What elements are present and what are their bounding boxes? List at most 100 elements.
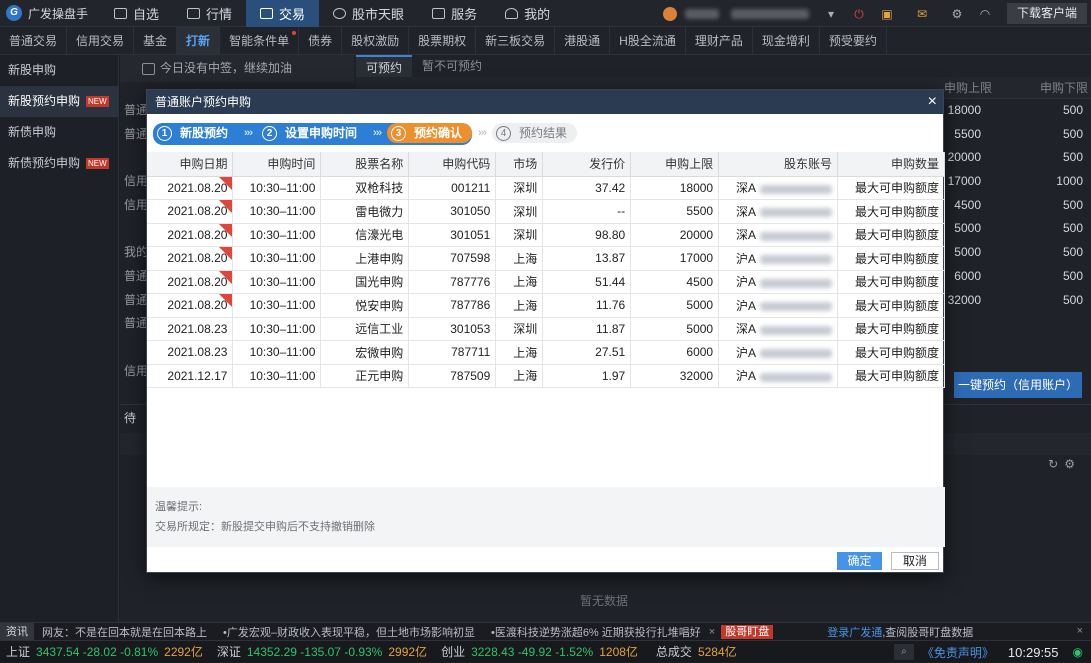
top-right-tools: ▾ ⏻ ▣ ✉ ⚙ ◠ 下载客户端 — [662, 0, 1091, 27]
disclaimer-link[interactable]: 《免责声明》 — [922, 644, 994, 661]
cell-time: 10:30–11:00 — [232, 317, 322, 341]
news-label[interactable]: 资讯 — [0, 622, 34, 641]
cell-price: 51.44 — [542, 270, 632, 294]
subnav-fund[interactable]: 基金 — [134, 27, 178, 54]
table-row[interactable]: 2021.08.20 10:30–11:00 雷电微力 301050 深圳 -- 5500 深… — [147, 199, 945, 224]
sidebar-item-ipo-subscribe[interactable]: 新股申购 — [0, 55, 118, 86]
cell-time: 10:30–11:00 — [232, 199, 322, 224]
subnav-credit-trade[interactable]: 信用交易 — [67, 27, 135, 54]
sidebar-item-bond-reserve[interactable]: 新债预约申购 NEW — [0, 148, 118, 179]
cell-acct: 沪A — [718, 246, 839, 271]
cell-text: 17000 — [679, 251, 714, 266]
table-row[interactable]: 2021.08.23 10:30–11:00 远信工业 301053 深圳 11.87 50… — [147, 317, 945, 341]
stock-watch-tag[interactable]: 股哥盯盘 — [721, 624, 774, 639]
nav-tianyan[interactable]: 股市天眼 — [319, 0, 418, 27]
table-row[interactable]: 2021.12.17 10:30–11:00 正元申购 787509 上海 1.97 320… — [147, 364, 945, 388]
refresh-icon[interactable]: ↻ — [1048, 457, 1064, 471]
login-link[interactable]: 登录广发通 — [827, 624, 882, 640]
subnav-bond[interactable]: 债券 — [299, 27, 343, 54]
step-3: 3 预约确认 — [387, 123, 473, 143]
bottom-tab[interactable]: 待 — [124, 409, 136, 426]
subnav-ipo[interactable]: 打新 — [177, 27, 221, 54]
download-client-button[interactable]: 下载客户端 — [1006, 3, 1087, 24]
subnav-tender-offer[interactable]: 预受要约 — [820, 27, 887, 54]
cancel-button[interactable]: 取消 — [891, 552, 939, 570]
nav-market[interactable]: 行情 — [173, 0, 246, 27]
account-number-blurred — [760, 325, 833, 335]
background-row-limit: 6000 — [954, 268, 981, 283]
confirm-button[interactable]: 确定 — [837, 552, 882, 570]
news-item[interactable]: •广发宏观–财政收入表现平稳，但土地市场影响初显 — [223, 624, 475, 640]
gear-icon[interactable]: ⚙ — [950, 7, 964, 21]
table-row[interactable]: 2021.08.23 10:30–11:00 宏微申购 787711 上海 27.51 60… — [147, 340, 945, 365]
cell-time: 10:30–11:00 — [232, 293, 322, 318]
cell-text: 最大可申购额度 — [854, 228, 939, 243]
news-item[interactable]: 网友：不是在回本就是在回本路上 — [42, 624, 207, 640]
headset-icon[interactable]: ◠ — [978, 7, 992, 21]
cell-market: 上海 — [495, 293, 544, 318]
cell-text: 信濠光电 — [355, 228, 404, 243]
cell-text: 上海 — [513, 369, 538, 384]
cell-text: 10:30–11:00 — [249, 298, 316, 313]
avatar[interactable] — [662, 6, 677, 21]
tips-panel: 温馨提示: 交易所规定：新股提交申购后不支持撤销删除 — [147, 487, 945, 547]
cell-text: 上海 — [513, 251, 538, 266]
cell-limit: 5000 — [630, 317, 720, 341]
briefcase-icon — [432, 7, 446, 19]
mail-icon[interactable]: ✉ — [915, 7, 929, 21]
tab-reservable[interactable]: 可预约 — [356, 55, 413, 77]
close-icon[interactable]: × — [1077, 625, 1083, 637]
subnav-h-share[interactable]: H股全流通 — [610, 27, 686, 54]
account-number-blurred — [760, 278, 833, 288]
lock-icon[interactable]: ▣ — [880, 7, 894, 21]
gear-icon[interactable]: ⚙ — [1064, 457, 1081, 471]
cell-text: 787786 — [450, 298, 491, 313]
cell-text: 98.80 — [595, 227, 626, 242]
background-row-min: 500 — [1062, 197, 1083, 212]
power-icon[interactable]: ⏻ — [852, 7, 866, 21]
subnav-stock-options[interactable]: 股票期权 — [409, 27, 477, 54]
cell-text: -- — [617, 204, 626, 219]
cell-name: 正元申购 — [320, 364, 410, 388]
cell-code: 787509 — [408, 364, 497, 388]
cell-code: 707598 — [408, 246, 497, 271]
sidebar-item-bond-subscribe[interactable]: 新债申购 — [0, 117, 118, 148]
table-row[interactable]: 2021.08.20 10:30–11:00 信濠光电 301051 深圳 98.80 20… — [147, 223, 945, 247]
subnav-neeq[interactable]: 新三板交易 — [476, 27, 556, 54]
chevron-down-icon[interactable]: ▾ — [824, 7, 838, 21]
account-prefix: 沪A — [736, 369, 757, 384]
eye-icon — [333, 7, 347, 19]
tips-text: 交易所规定：新股提交申购后不支持撤销删除 — [155, 521, 375, 533]
nav-trade[interactable]: 交易 — [246, 0, 320, 27]
subnav-smart-order[interactable]: 智能条件单 — [220, 27, 300, 54]
nav-service[interactable]: 服务 — [418, 0, 491, 27]
close-icon[interactable]: × — [709, 626, 715, 638]
nav-mine[interactable]: 我的 — [491, 0, 564, 27]
table-row[interactable]: 2021.08.20 10:30–11:00 悦安申购 787786 上海 11.76 50… — [147, 293, 945, 318]
table-row[interactable]: 2021.08.20 10:30–11:00 国光申购 787776 上海 51.44 45… — [147, 270, 945, 294]
subnav-cash-plus[interactable]: 现金增利 — [753, 27, 820, 54]
tab-not-reservable[interactable]: 暂不可预约 — [412, 55, 492, 77]
subnav-normal-trade[interactable]: 普通交易 — [0, 27, 68, 54]
news-item[interactable]: •医渡科技逆势涨超6% 近期获投行扎堆唱好 — [491, 624, 701, 640]
subnav-wealth[interactable]: 理财产品 — [686, 27, 753, 54]
table-row[interactable]: 2021.08.20 10:30–11:00 上港申购 707598 上海 13.87 17… — [147, 246, 945, 271]
col-account: 股东账号 — [718, 152, 839, 177]
cell-time: 10:30–11:00 — [232, 340, 322, 365]
table-row[interactable]: 2021.08.20 10:30–11:00 双枪科技 001211 深圳 37.42 18… — [147, 176, 945, 200]
cell-qty: 最大可申购额度 — [837, 364, 945, 388]
search-icon[interactable]: ⌕ — [893, 644, 914, 660]
credit-reserve-button[interactable]: 一键预约（信用账户） — [954, 372, 1082, 398]
subnav-equity-incentive[interactable]: 股权激励 — [342, 27, 410, 54]
subnav-hk-connect[interactable]: 港股通 — [555, 27, 611, 54]
sidebar-item-ipo-reserve[interactable]: 新股预约申购 NEW — [0, 86, 118, 117]
close-icon[interactable]: × — [928, 90, 937, 114]
index-shanghai[interactable]: 上证 3437.54 -28.02 -0.81% 2292亿 — [6, 643, 203, 660]
background-row-label: 信用 — [124, 197, 149, 212]
modal-title-bar: 普通账户预约申购 × — [147, 90, 943, 114]
cell-text: 上港申购 — [355, 251, 404, 266]
index-chinext[interactable]: 创业 3228.43 -49.92 -1.52% 1208亿 — [441, 643, 638, 660]
cell-price: 1.97 — [542, 364, 632, 388]
index-shenzhen[interactable]: 深证 14352.29 -135.07 -0.93% 2992亿 — [217, 643, 427, 660]
nav-watchlist[interactable]: 自选 — [100, 0, 173, 27]
